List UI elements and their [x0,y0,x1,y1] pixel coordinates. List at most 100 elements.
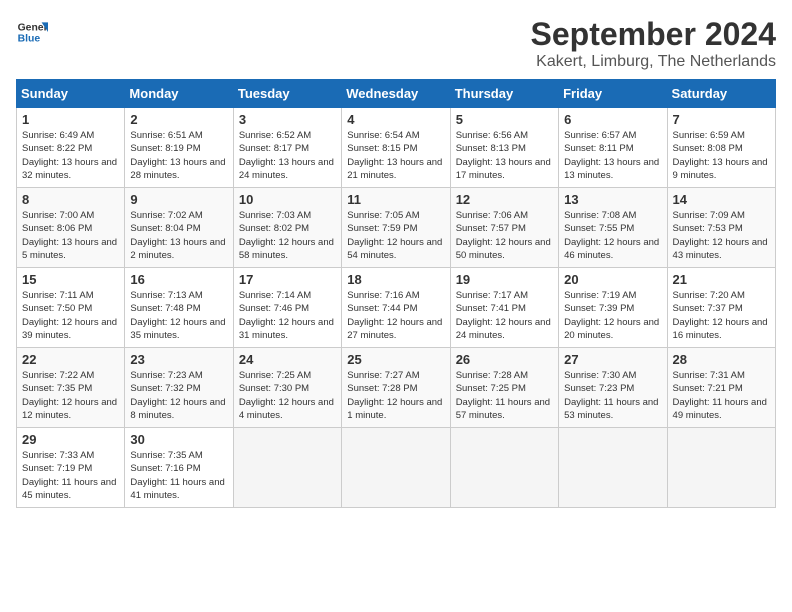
page-header: General Blue September 2024 Kakert, Limb… [16,16,776,71]
calendar-day-cell: 5Sunrise: 6:56 AMSunset: 8:13 PMDaylight… [450,108,558,188]
day-number: 6 [564,112,661,127]
calendar-day-cell: 27 Sunrise: 7:30 AMSunset: 7:23 PMDayligh… [559,348,667,428]
day-number: 2 [130,112,227,127]
weekday-header-tuesday: Tuesday [233,80,341,108]
day-info: Sunrise: 7:02 AMSunset: 8:04 PMDaylight:… [130,209,227,262]
calendar-week-row: 22Sunrise: 7:22 AMSunset: 7:35 PMDayligh… [17,348,776,428]
calendar-day-cell [667,428,775,508]
day-number: 1 [22,112,119,127]
day-number: 12 [456,192,553,207]
day-number: 8 [22,192,119,207]
day-number: 10 [239,192,336,207]
weekday-header-friday: Friday [559,80,667,108]
day-info: Sunrise: 7:16 AMSunset: 7:44 PMDaylight:… [347,289,444,342]
calendar-week-row: 15Sunrise: 7:11 AMSunset: 7:50 PMDayligh… [17,268,776,348]
calendar-day-cell [233,428,341,508]
calendar-day-cell: 16Sunrise: 7:13 AMSunset: 7:48 PMDayligh… [125,268,233,348]
day-info: Sunrise: 7:35 AMSunset: 7:16 PMDaylight:… [130,449,227,502]
day-number: 28 [673,352,770,367]
day-number: 9 [130,192,227,207]
weekday-header-thursday: Thursday [450,80,558,108]
day-info: Sunrise: 7:23 AMSunset: 7:32 PMDaylight:… [130,369,227,422]
calendar-day-cell: 14 Sunrise: 7:09 AMSunset: 7:53 PMDayligh… [667,188,775,268]
day-info: Sunrise: 6:57 AMSunset: 8:11 PMDaylight:… [564,129,661,182]
day-info: Sunrise: 6:59 AMSunset: 8:08 PMDaylight:… [673,129,770,182]
calendar-week-row: 8 Sunrise: 7:00 AMSunset: 8:06 PMDaylight… [17,188,776,268]
day-number: 23 [130,352,227,367]
day-number: 13 [564,192,661,207]
calendar-day-cell: 21 Sunrise: 7:20 AMSunset: 7:37 PMDayligh… [667,268,775,348]
calendar-week-row: 1 Sunrise: 6:49 AMSunset: 8:22 PMDaylight… [17,108,776,188]
calendar-day-cell [450,428,558,508]
day-info: Sunrise: 7:03 AMSunset: 8:02 PMDaylight:… [239,209,336,262]
calendar-day-cell: 18 Sunrise: 7:16 AMSunset: 7:44 PMDayligh… [342,268,450,348]
calendar-day-cell: 1 Sunrise: 6:49 AMSunset: 8:22 PMDaylight… [17,108,125,188]
day-number: 7 [673,112,770,127]
calendar-week-row: 29Sunrise: 7:33 AMSunset: 7:19 PMDayligh… [17,428,776,508]
title-area: September 2024 Kakert, Limburg, The Neth… [531,16,776,71]
logo: General Blue [16,16,48,48]
day-number: 11 [347,192,444,207]
calendar-day-cell: 20Sunrise: 7:19 AMSunset: 7:39 PMDayligh… [559,268,667,348]
day-number: 4 [347,112,444,127]
day-number: 29 [22,432,119,447]
day-number: 21 [673,272,770,287]
day-info: Sunrise: 7:20 AMSunset: 7:37 PMDaylight:… [673,289,770,342]
day-info: Sunrise: 6:51 AMSunset: 8:19 PMDaylight:… [130,129,227,182]
day-info: Sunrise: 7:08 AMSunset: 7:55 PMDaylight:… [564,209,661,262]
day-info: Sunrise: 7:05 AMSunset: 7:59 PMDaylight:… [347,209,444,262]
day-number: 20 [564,272,661,287]
day-number: 26 [456,352,553,367]
day-number: 18 [347,272,444,287]
calendar-day-cell: 4 Sunrise: 6:54 AMSunset: 8:15 PMDaylight… [342,108,450,188]
calendar-day-cell: 17 Sunrise: 7:14 AMSunset: 7:46 PMDayligh… [233,268,341,348]
day-info: Sunrise: 7:30 AMSunset: 7:23 PMDaylight:… [564,369,661,422]
calendar-day-cell: 19 Sunrise: 7:17 AMSunset: 7:41 PMDayligh… [450,268,558,348]
day-info: Sunrise: 7:25 AMSunset: 7:30 PMDaylight:… [239,369,336,422]
calendar-day-cell: 24Sunrise: 7:25 AMSunset: 7:30 PMDayligh… [233,348,341,428]
calendar-day-cell: 13 Sunrise: 7:08 AMSunset: 7:55 PMDayligh… [559,188,667,268]
calendar-day-cell: 28 Sunrise: 7:31 AMSunset: 7:21 PMDayligh… [667,348,775,428]
calendar-day-cell: 15Sunrise: 7:11 AMSunset: 7:50 PMDayligh… [17,268,125,348]
calendar-day-cell: 7 Sunrise: 6:59 AMSunset: 8:08 PMDaylight… [667,108,775,188]
calendar-day-cell: 11 Sunrise: 7:05 AMSunset: 7:59 PMDayligh… [342,188,450,268]
calendar-table: SundayMondayTuesdayWednesdayThursdayFrid… [16,79,776,508]
calendar-day-cell: 10 Sunrise: 7:03 AMSunset: 8:02 PMDayligh… [233,188,341,268]
day-info: Sunrise: 7:11 AMSunset: 7:50 PMDaylight:… [22,289,119,342]
day-info: Sunrise: 7:09 AMSunset: 7:53 PMDaylight:… [673,209,770,262]
calendar-day-cell: 8 Sunrise: 7:00 AMSunset: 8:06 PMDaylight… [17,188,125,268]
day-info: Sunrise: 7:14 AMSunset: 7:46 PMDaylight:… [239,289,336,342]
weekday-header-row: SundayMondayTuesdayWednesdayThursdayFrid… [17,80,776,108]
day-number: 30 [130,432,227,447]
day-number: 27 [564,352,661,367]
day-number: 14 [673,192,770,207]
calendar-day-cell: 25Sunrise: 7:27 AMSunset: 7:28 PMDayligh… [342,348,450,428]
weekday-header-wednesday: Wednesday [342,80,450,108]
day-info: Sunrise: 6:54 AMSunset: 8:15 PMDaylight:… [347,129,444,182]
calendar-day-cell: 3 Sunrise: 6:52 AMSunset: 8:17 PMDaylight… [233,108,341,188]
calendar-day-cell: 22Sunrise: 7:22 AMSunset: 7:35 PMDayligh… [17,348,125,428]
calendar-day-cell [559,428,667,508]
day-info: Sunrise: 7:00 AMSunset: 8:06 PMDaylight:… [22,209,119,262]
calendar-day-cell [342,428,450,508]
day-info: Sunrise: 6:56 AMSunset: 8:13 PMDaylight:… [456,129,553,182]
weekday-header-monday: Monday [125,80,233,108]
day-info: Sunrise: 7:28 AMSunset: 7:25 PMDaylight:… [456,369,553,422]
logo-icon: General Blue [16,16,48,48]
day-info: Sunrise: 6:52 AMSunset: 8:17 PMDaylight:… [239,129,336,182]
day-info: Sunrise: 7:17 AMSunset: 7:41 PMDaylight:… [456,289,553,342]
day-number: 17 [239,272,336,287]
calendar-day-cell: 30 Sunrise: 7:35 AMSunset: 7:16 PMDayligh… [125,428,233,508]
weekday-header-saturday: Saturday [667,80,775,108]
day-info: Sunrise: 7:31 AMSunset: 7:21 PMDaylight:… [673,369,770,422]
calendar-day-cell: 23 Sunrise: 7:23 AMSunset: 7:32 PMDayligh… [125,348,233,428]
svg-text:Blue: Blue [18,34,41,45]
calendar-day-cell: 6 Sunrise: 6:57 AMSunset: 8:11 PMDaylight… [559,108,667,188]
day-number: 22 [22,352,119,367]
calendar-day-cell: 26 Sunrise: 7:28 AMSunset: 7:25 PMDayligh… [450,348,558,428]
day-number: 3 [239,112,336,127]
day-info: Sunrise: 6:49 AMSunset: 8:22 PMDaylight:… [22,129,119,182]
day-number: 19 [456,272,553,287]
day-info: Sunrise: 7:27 AMSunset: 7:28 PMDaylight:… [347,369,444,422]
calendar-day-cell: 12Sunrise: 7:06 AMSunset: 7:57 PMDayligh… [450,188,558,268]
